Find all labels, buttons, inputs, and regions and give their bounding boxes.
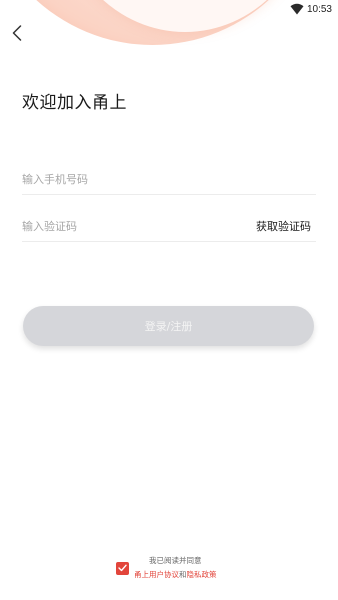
privacy-policy-link[interactable]: 隐私政策: [187, 570, 217, 579]
get-code-button[interactable]: 获取验证码: [256, 218, 311, 234]
code-field: 获取验证码: [22, 211, 316, 242]
agreement-links: 甬上用户协议和隐私政策: [134, 568, 217, 582]
page-title: 欢迎加入甬上: [22, 93, 127, 113]
phone-input[interactable]: [22, 172, 222, 186]
chevron-left-icon: [12, 25, 22, 41]
wifi-icon: [290, 3, 304, 15]
agreement-prefix: 我已阅读并同意: [149, 556, 202, 565]
agreement-connector: 和: [179, 570, 187, 579]
status-bar: 10:53: [290, 2, 332, 16]
check-icon: [118, 564, 127, 572]
login-screen: 10:53 欢迎加入甬上 获取验证码 登录/注册 我已阅读并同意 甬上用户协议和…: [0, 0, 338, 600]
back-button[interactable]: [8, 23, 26, 43]
status-time: 10:53: [306, 3, 332, 15]
user-agreement-link[interactable]: 甬上用户协议: [134, 570, 179, 579]
login-register-button[interactable]: 登录/注册: [23, 306, 314, 346]
agreement-checkbox[interactable]: [116, 561, 129, 575]
phone-field: [22, 164, 316, 195]
agreement-text: 我已阅读并同意 甬上用户协议和隐私政策: [134, 554, 217, 582]
verification-code-input[interactable]: [22, 219, 222, 233]
agreement-row: 我已阅读并同意 甬上用户协议和隐私政策: [116, 554, 217, 582]
